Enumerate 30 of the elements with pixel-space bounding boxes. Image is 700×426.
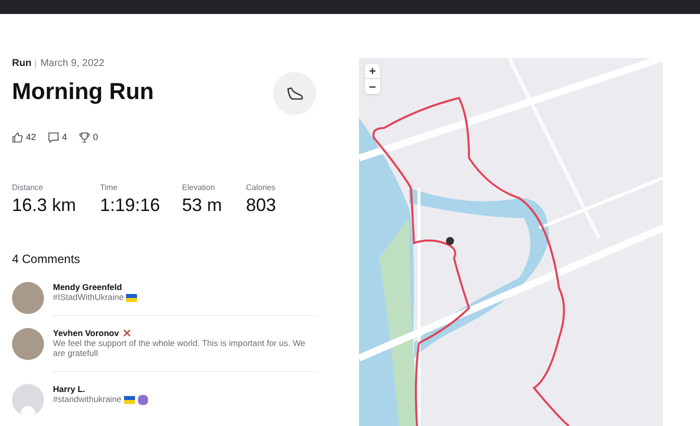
zoom-out-button[interactable]: − [365,79,380,94]
commenter-name[interactable]: Yevhen Voronov [53,328,119,338]
activity-title: Morning Run [12,77,154,106]
comments-heading: 4 Comments [12,251,82,268]
achievements-count: 0 [93,131,98,144]
comment-text: We feel the support of the whole world. This is important for us. We are gratefull [53,339,306,359]
comment-icon [48,132,60,144]
stat-label: Elevation [182,182,216,194]
stat-label: Time [100,182,118,194]
comment-text: #standwithukraine [53,394,122,405]
zoom-in-button[interactable]: + [365,64,380,79]
comment-text: #IStadWithUkraine [53,293,124,303]
kudos-button[interactable]: 42 [12,131,36,144]
activity-type: Run [12,57,32,71]
kudos-count: 42 [26,131,36,144]
activity-date: March 9, 2022 [40,57,104,71]
thumbs-up-icon [12,132,23,144]
trophy-icon [79,132,90,144]
commenter-name[interactable]: Harry L. [53,384,86,394]
stat-label: Distance [12,182,44,194]
stat-value: 16.3 km [12,194,78,216]
stat-value: 1:19:16 [100,194,162,216]
shoe-icon [273,72,316,115]
achievements-button[interactable]: 0 [79,131,98,144]
commenter-name[interactable]: Mendy Greenfeld [53,282,122,292]
stat-label: Calories [246,182,276,194]
comments-button[interactable]: 4 [48,131,68,144]
comments-count: 4 [62,131,68,144]
stat-value: 803 [246,194,278,216]
stat-value: 53 m [182,194,224,216]
